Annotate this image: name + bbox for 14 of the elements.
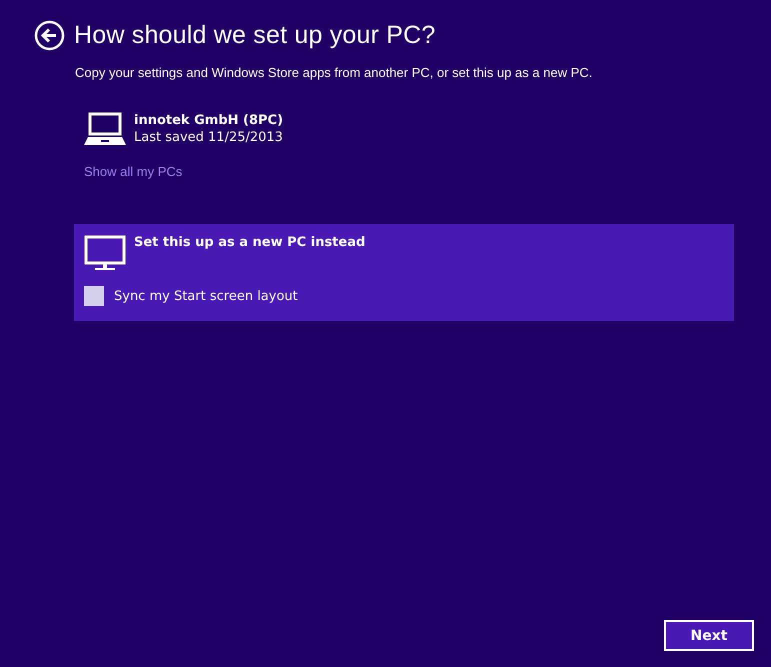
monitor-icon <box>84 235 126 271</box>
pc-name: innotek GmbH (8PC) <box>134 113 284 128</box>
last-saved-text: Last saved 11/25/2013 <box>134 130 284 145</box>
next-button[interactable]: Next <box>664 620 754 651</box>
page-title: How should we set up your PC? <box>74 21 436 50</box>
saved-pc-item[interactable]: innotek GmbH (8PC) Last saved 11/25/2013 <box>84 110 771 148</box>
instruction-text: Copy your settings and Windows Store apps from another PC, or set this up as a new PC. <box>75 65 594 80</box>
back-icon[interactable] <box>34 20 65 51</box>
show-all-pcs-link[interactable]: Show all my PCs <box>84 164 182 179</box>
checkbox-label: Sync my Start screen layout <box>114 288 298 304</box>
new-pc-option[interactable]: Set this up as a new PC instead Sync my Start screen layout <box>74 224 734 321</box>
sync-checkbox[interactable] <box>84 286 104 306</box>
laptop-icon <box>84 112 126 146</box>
option-label: Set this up as a new PC instead <box>134 235 366 250</box>
